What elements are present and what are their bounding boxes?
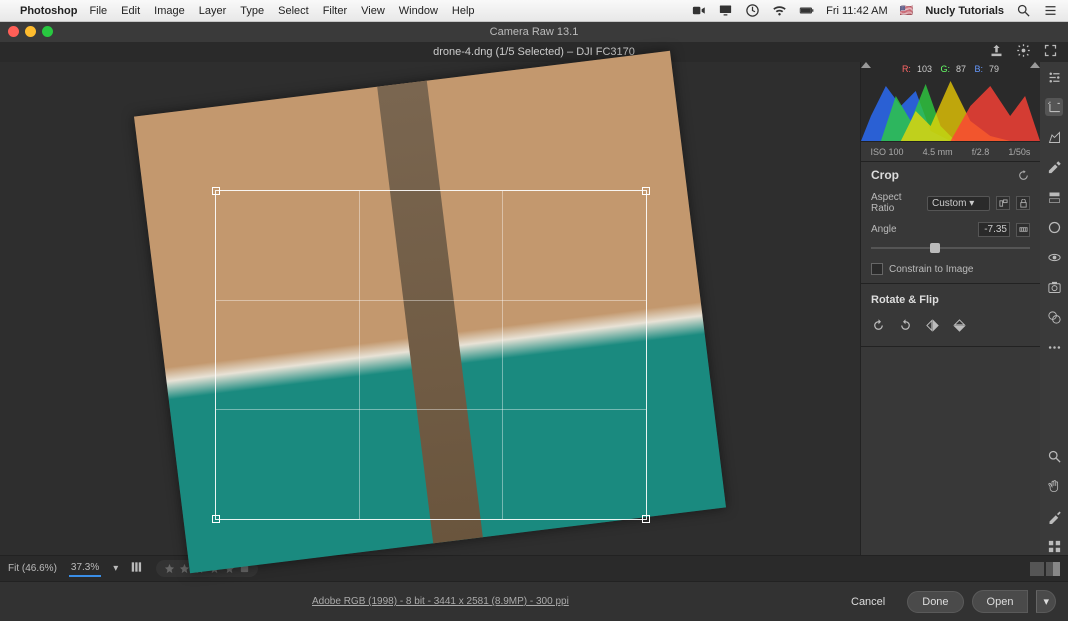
iso-label: ISO 100 [871,147,904,157]
open-dropdown-button[interactable]: ▾ [1036,590,1056,613]
edit-tool-icon[interactable] [1045,68,1063,86]
crop-handle-tl[interactable] [212,187,220,195]
swap-orientation-button[interactable] [996,196,1010,210]
file-header-bar: drone-4.dng (1/5 Selected) – DJI FC3170 [0,42,1068,62]
constrain-row[interactable]: Constrain to Image [861,259,1040,279]
angle-row: Angle [861,218,1040,241]
flip-horizontal-icon[interactable] [925,318,940,336]
snapshot-tool-icon[interactable] [1045,278,1063,296]
view-mode-toggle[interactable] [1030,562,1060,576]
angle-slider[interactable] [871,241,1030,255]
flip-vertical-icon[interactable] [952,318,967,336]
status-bar: Fit (46.6%) 37.3% ▾ [0,555,1068,581]
clock[interactable]: Fri 11:42 AM [826,5,888,17]
fit-label[interactable]: Fit (46.6%) [8,563,57,574]
crop-section-header[interactable]: Crop [861,162,1040,188]
tool-strip [1040,62,1068,555]
open-button[interactable]: Open [972,590,1029,613]
menu-edit[interactable]: Edit [121,5,140,17]
window-titlebar: Camera Raw 13.1 [0,22,1068,42]
flag-icon[interactable]: 🇺🇸 [900,4,914,17]
aspect-ratio-row: Aspect Ratio Custom ▾ [861,188,1040,218]
video-icon[interactable] [691,3,706,18]
window-close-button[interactable] [8,26,19,37]
sync-icon[interactable] [745,3,760,18]
hand-tool-icon[interactable] [1045,477,1063,495]
menu-window[interactable]: Window [399,5,438,17]
focal-label: 4.5 mm [923,147,953,157]
output-meta-link[interactable]: Adobe RGB (1998) - 8 bit - 3441 x 2581 (… [312,596,569,607]
rgb-readout: R:103 G:87 B:79 [861,64,1040,74]
zoom-label[interactable]: 37.3% [69,560,101,577]
menu-file[interactable]: File [89,5,107,17]
control-center-icon[interactable] [1043,3,1058,18]
grid-tool-icon[interactable] [1045,537,1063,555]
menu-type[interactable]: Type [240,5,264,17]
battery-icon[interactable] [799,3,814,18]
spotlight-icon[interactable] [1016,3,1031,18]
constrain-label: Constrain to Image [889,264,974,275]
menu-filter[interactable]: Filter [323,5,347,17]
rotate-ccw-icon[interactable] [871,318,886,336]
radial-tool-icon[interactable] [1045,218,1063,236]
local-adjust-tool-icon[interactable] [1045,188,1063,206]
before-after-view-icon[interactable] [1046,562,1060,576]
constrain-checkbox[interactable] [871,263,883,275]
exif-row: ISO 100 4.5 mm f/2.8 1/50s [861,142,1040,162]
single-view-icon[interactable] [1030,562,1044,576]
straighten-button[interactable] [1016,223,1030,237]
settings-icon[interactable] [1016,43,1031,61]
user-name[interactable]: Nucly Tutorials [925,5,1004,17]
lock-aspect-button[interactable] [1016,196,1030,210]
right-panel: R:103 G:87 B:79 ISO 100 4.5 mm f/2.8 1/5… [860,62,1040,555]
more-tool-icon[interactable] [1045,338,1063,356]
angle-input[interactable] [978,222,1010,237]
cancel-button[interactable]: Cancel [837,592,899,612]
histogram[interactable]: R:103 G:87 B:79 [861,62,1040,142]
star-icon[interactable] [164,563,175,574]
zoom-dropdown-icon[interactable]: ▾ [113,563,118,574]
sampler-tool-icon[interactable] [1045,507,1063,525]
crop-tool-icon[interactable] [1045,98,1063,116]
zoom-tool-icon[interactable] [1045,447,1063,465]
menu-image[interactable]: Image [154,5,185,17]
crop-title: Crop [871,168,899,182]
share-icon[interactable] [989,43,1004,61]
menu-view[interactable]: View [361,5,385,17]
redeye-tool-icon[interactable] [1045,248,1063,266]
aspect-ratio-select[interactable]: Custom ▾ [927,196,990,211]
done-button[interactable]: Done [907,591,963,613]
window-minimize-button[interactable] [25,26,36,37]
crop-handle-br[interactable] [642,515,650,523]
file-title: drone-4.dng (1/5 Selected) – DJI FC3170 [10,46,1058,58]
crop-handle-tr[interactable] [642,187,650,195]
window-zoom-button[interactable] [42,26,53,37]
crop-box[interactable] [215,190,647,520]
reset-icon[interactable] [1017,169,1030,182]
aperture-label: f/2.8 [972,147,990,157]
menu-select[interactable]: Select [278,5,309,17]
spot-removal-tool-icon[interactable] [1045,128,1063,146]
rotate-cw-icon[interactable] [898,318,913,336]
canvas-area[interactable] [0,62,860,555]
angle-label: Angle [871,224,921,235]
window-title: Camera Raw 13.1 [490,26,579,38]
app-name[interactable]: Photoshop [20,5,77,17]
fullscreen-icon[interactable] [1043,43,1058,61]
rotate-flip-header: Rotate & Flip [861,288,1040,312]
menu-help[interactable]: Help [452,5,475,17]
aspect-ratio-label: Aspect Ratio [871,192,921,214]
shutter-label: 1/50s [1008,147,1030,157]
filmstrip-toggle-icon[interactable] [130,560,144,577]
mac-menubar: Photoshop File Edit Image Layer Type Sel… [0,0,1068,22]
crop-handle-bl[interactable] [212,515,220,523]
menu-layer[interactable]: Layer [199,5,227,17]
display-icon[interactable] [718,3,733,18]
wifi-icon[interactable] [772,3,787,18]
action-bar: Adobe RGB (1998) - 8 bit - 3441 x 2581 (… [0,581,1068,621]
presets-tool-icon[interactable] [1045,308,1063,326]
eyedropper-tool-icon[interactable] [1045,158,1063,176]
